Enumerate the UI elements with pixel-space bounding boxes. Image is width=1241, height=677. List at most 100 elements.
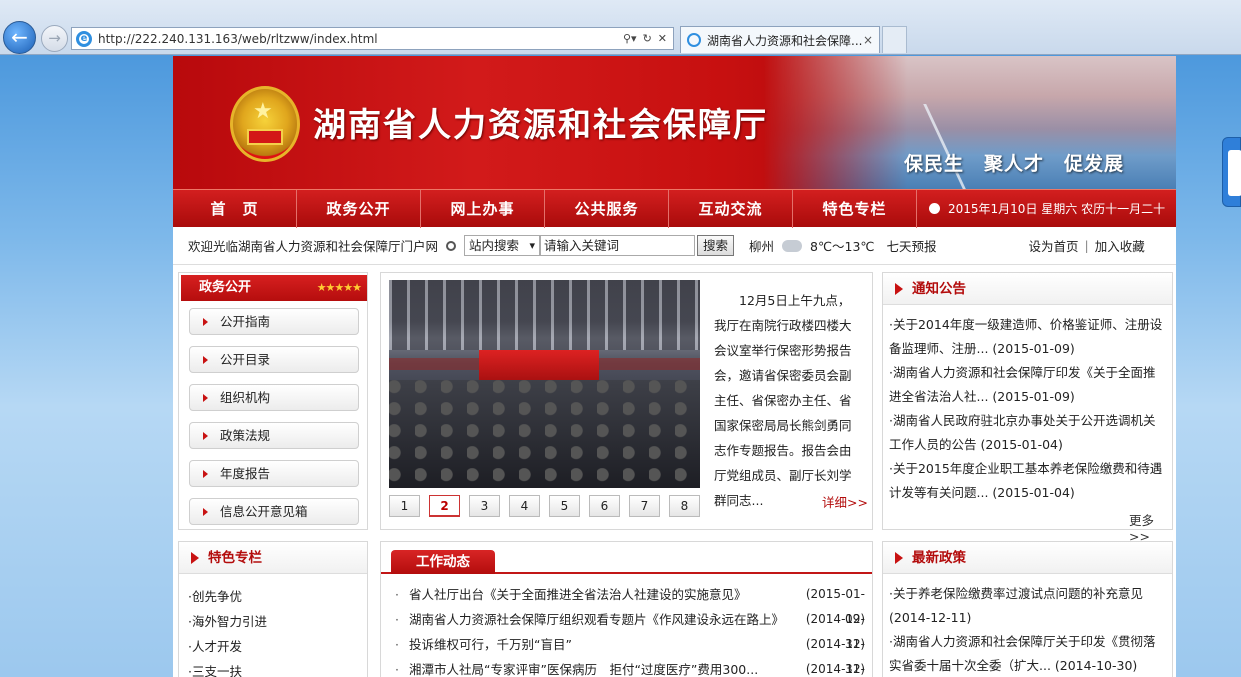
menu-item-special[interactable]: 特色专栏 bbox=[793, 190, 917, 228]
policy-header: 最新政策 bbox=[883, 542, 1172, 574]
work-row[interactable]: · 湖南省人力资源社会保障厅组织观看专题片《作风建设永远在路上》 (2014-12-… bbox=[395, 607, 865, 651]
search-icon bbox=[446, 240, 456, 251]
menu-item-public-service[interactable]: 公共服务 bbox=[545, 190, 669, 228]
gov-item-label: 组织机构 bbox=[220, 390, 271, 405]
gov-item-label: 政策法规 bbox=[220, 428, 271, 443]
work-row[interactable]: · 省人社厅出台《关于全面推进全省法治人社建设的实施意见》 (2015-01-09) bbox=[395, 582, 865, 626]
menu-item-interaction[interactable]: 互动交流 bbox=[669, 190, 793, 228]
gov-item-label: 年度报告 bbox=[220, 466, 271, 481]
photo-pager: 1 2 3 4 5 6 7 8 bbox=[389, 495, 709, 517]
set-home-link[interactable]: 设为首页 bbox=[1028, 236, 1078, 255]
gov-item-label: 信息公开意见箱 bbox=[220, 504, 308, 519]
notice-item[interactable]: ·关于2015年度企业职工基本养老保险缴费和待遇计发等有关问题... (2015… bbox=[889, 457, 1167, 505]
arrow-right-icon bbox=[203, 394, 208, 402]
special-item[interactable]: ·创先争优 bbox=[188, 584, 267, 609]
pager-button[interactable]: 7 bbox=[629, 495, 660, 517]
pager-button[interactable]: 4 bbox=[509, 495, 540, 517]
new-tab-button[interactable] bbox=[882, 26, 907, 53]
date-text: 2015年1月10日 星期六 农历十一月二十 bbox=[948, 202, 1166, 216]
refresh-icon[interactable]: ↻ bbox=[643, 32, 652, 45]
menu-item-gov-open[interactable]: 政务公开 bbox=[297, 190, 421, 228]
notice-item[interactable]: ·关于2014年度一级建造师、价格鉴证师、注册设备监理师、注册... (2015… bbox=[889, 313, 1167, 361]
headline-more-link[interactable]: 详细>> bbox=[822, 492, 868, 511]
site-slogan: 保民生 聚人才 促发展 bbox=[904, 153, 1125, 175]
work-row[interactable]: · 湘潭市人社局“专家评审”医保病历 拒付“过度医疗”费用300... (2014-… bbox=[395, 657, 865, 677]
notice-header: 通知公告 bbox=[883, 273, 1172, 305]
notice-more-link[interactable]: 更多>> bbox=[1129, 510, 1172, 544]
link-divider: | bbox=[1084, 238, 1089, 253]
pager-button[interactable]: 6 bbox=[589, 495, 620, 517]
work-row-title[interactable]: 湖南省人力资源社会保障厅组织观看专题片《作风建设永远在路上》 bbox=[409, 607, 791, 632]
address-url[interactable]: http://222.240.131.163/web/rltzww/index.… bbox=[98, 32, 623, 46]
notice-item[interactable]: ·湖南省人民政府驻北京办事处关于公开选调机关工作人员的公告 (2015-01-0… bbox=[889, 409, 1167, 457]
menu-item-home[interactable]: 首 页 bbox=[173, 190, 297, 228]
pager-button-active[interactable]: 2 bbox=[429, 495, 460, 517]
pager-button[interactable]: 3 bbox=[469, 495, 500, 517]
forward-arrow-icon[interactable]: → bbox=[41, 25, 68, 52]
gov-item-feedback-box[interactable]: 信息公开意见箱 bbox=[189, 498, 359, 525]
main-menu: 首 页 政务公开 网上办事 公共服务 互动交流 特色专栏 2015年1月10日 … bbox=[173, 189, 1176, 228]
meeting-photo[interactable] bbox=[389, 280, 700, 488]
weather-city: 柳州 bbox=[749, 239, 775, 254]
add-favorite-link[interactable]: 加入收藏 bbox=[1095, 236, 1145, 255]
special-item[interactable]: ·人才开发 bbox=[188, 634, 267, 659]
notice-item[interactable]: ·湖南省人力资源和社会保障厅印发《关于全面推进全省法治人社... (2015-0… bbox=[889, 361, 1167, 409]
arrow-right-icon bbox=[203, 432, 208, 440]
cloud-icon bbox=[782, 239, 803, 252]
date-display: 2015年1月10日 星期六 农历十一月二十 bbox=[917, 190, 1176, 228]
bullet: · bbox=[395, 662, 399, 677]
special-item[interactable]: ·三支一扶 bbox=[188, 659, 267, 677]
gov-item-annual-report[interactable]: 年度报告 bbox=[189, 460, 359, 487]
gov-item-regulations[interactable]: 政策法规 bbox=[189, 422, 359, 449]
pager-button[interactable]: 8 bbox=[669, 495, 700, 517]
search-scope-select[interactable]: 站内搜索 bbox=[464, 235, 540, 256]
site-banner: ★ 湖南省人力资源和社会保障厅 保民生 聚人才 促发展 bbox=[173, 56, 1176, 189]
headline-news-panel: 12月5日上午九点，我厅在南院行政楼四楼大会议室举行保密形势报告会，邀请省保密委… bbox=[380, 272, 873, 530]
site-title: 湖南省人力资源和社会保障厅 bbox=[313, 105, 768, 144]
browser-tab[interactable]: 湖南省人力资源和社会保障... × bbox=[680, 26, 880, 53]
back-arrow-icon[interactable]: ← bbox=[3, 21, 36, 54]
search-dropdown-icon[interactable]: ⚲▾ bbox=[623, 32, 637, 45]
notice-panel: 通知公告 ·关于2014年度一级建造师、价格鉴证师、注册设备监理师、注册... … bbox=[882, 272, 1173, 544]
bullet: · bbox=[395, 637, 399, 652]
search-button[interactable]: 搜索 bbox=[697, 235, 734, 256]
gov-item-label: 公开目录 bbox=[220, 352, 271, 367]
work-header: 工作动态 bbox=[381, 542, 872, 574]
policy-panel: 最新政策 ·关于养老保险缴费率过渡试点问题的补充意见 (2014-12-11) … bbox=[882, 541, 1173, 677]
stop-icon[interactable]: ✕ bbox=[658, 32, 667, 45]
work-row-title[interactable]: 湘潭市人社局“专家评审”医保病历 拒付“过度医疗”费用300... bbox=[409, 657, 791, 677]
search-toolbar: 欢迎光临湖南省人力资源和社会保障厅门户网 站内搜索 请输入关键词 搜索 柳州 8… bbox=[173, 227, 1176, 265]
tab-close-icon[interactable]: × bbox=[863, 33, 873, 47]
arrow-right-icon bbox=[203, 508, 208, 516]
special-title: 特色专栏 bbox=[191, 542, 262, 574]
gov-item-guide[interactable]: 公开指南 bbox=[189, 308, 359, 335]
work-row-date: (2014-12-31) bbox=[805, 662, 865, 676]
work-row-date: (2015-01-09) bbox=[805, 587, 865, 626]
address-bar[interactable]: e http://222.240.131.163/web/rltzww/inde… bbox=[71, 27, 674, 50]
side-float-tab[interactable] bbox=[1222, 137, 1241, 207]
gov-item-label: 公开指南 bbox=[220, 314, 271, 329]
pager-button[interactable]: 1 bbox=[389, 495, 420, 517]
gov-open-panel: 政务公开 ★★★★★ 公开指南 公开目录 组织机构 政策法规 年度报告 信息公开… bbox=[178, 272, 368, 530]
clock-icon bbox=[929, 203, 940, 214]
headline-summary: 12月5日上午九点，我厅在南院行政楼四楼大会议室举行保密形势报告会，邀请省保密委… bbox=[714, 293, 852, 508]
work-row-title[interactable]: 投诉维权可行，千万别“盲目” bbox=[409, 632, 791, 657]
gov-item-organization[interactable]: 组织机构 bbox=[189, 384, 359, 411]
menu-item-online-service[interactable]: 网上办事 bbox=[421, 190, 545, 228]
search-input[interactable]: 请输入关键词 bbox=[540, 235, 695, 256]
notice-title: 通知公告 bbox=[895, 273, 966, 305]
work-news-panel: 工作动态 · 省人社厅出台《关于全面推进全省法治人社建设的实施意见》 (2015-0… bbox=[380, 541, 873, 677]
pager-button[interactable]: 5 bbox=[549, 495, 580, 517]
ie-logo-icon: e bbox=[76, 30, 92, 47]
work-list: · 省人社厅出台《关于全面推进全省法治人社建设的实施意见》 (2015-01-09)… bbox=[395, 582, 865, 677]
work-title-tab[interactable]: 工作动态 bbox=[391, 550, 495, 574]
work-row-title[interactable]: 省人社厅出台《关于全面推进全省法治人社建设的实施意见》 bbox=[409, 582, 791, 607]
special-item[interactable]: ·海外智力引进 bbox=[188, 609, 267, 634]
gov-item-catalog[interactable]: 公开目录 bbox=[189, 346, 359, 373]
policy-title: 最新政策 bbox=[895, 542, 966, 574]
policy-item[interactable]: ·关于养老保险缴费率过渡试点问题的补充意见 (2014-12-11) bbox=[889, 582, 1167, 630]
special-header: 特色专栏 bbox=[179, 542, 367, 574]
work-row[interactable]: · 投诉维权可行，千万别“盲目” (2014-12-31) bbox=[395, 632, 865, 676]
policy-item[interactable]: ·湖南省人力资源和社会保障厅关于印发《贯彻落实省委十届十次全委（扩大... (2… bbox=[889, 630, 1167, 677]
forecast-link[interactable]: 七天预报 bbox=[886, 236, 936, 255]
